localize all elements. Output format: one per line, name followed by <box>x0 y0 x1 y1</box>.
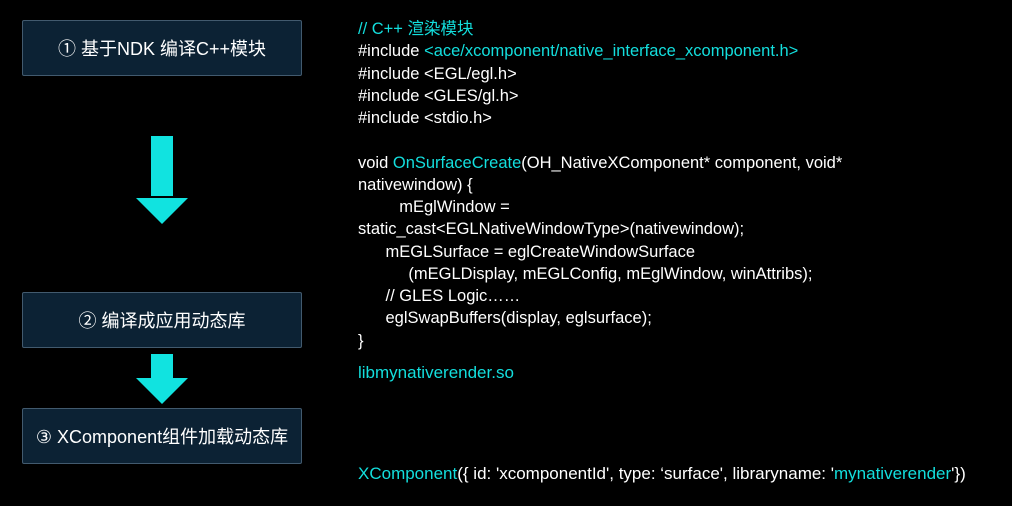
xcomponent-name: XComponent <box>358 464 457 483</box>
code-l13: eglSwapBuffers(display, eglsurface); <box>358 309 652 327</box>
code-l12: // GLES Logic…… <box>358 287 520 305</box>
include-4: #include <stdio.h> <box>358 109 492 127</box>
step-1-box: ① 基于NDK 编译C++模块 <box>22 20 302 76</box>
xcomponent-params-post: '}) <box>951 464 966 483</box>
xcomponent-call: XComponent({ id: 'xcomponentId', type: ‘… <box>358 464 966 484</box>
library-output: libmynativerender.so <box>358 363 514 383</box>
include-3: #include <GLES/gl.h> <box>358 87 519 105</box>
arrow-1 <box>22 76 302 236</box>
fn-sig-tail: (OH_NativeXComponent* component, void* <box>521 154 842 172</box>
code-l8: mEglWindow = <box>358 198 510 216</box>
arrow-2 <box>22 348 302 408</box>
details-column: // C++ 渲染模块 #include <ace/xcomponent/nat… <box>358 18 998 352</box>
code-l7: nativewindow) { <box>358 176 473 194</box>
code-l9: static_cast<EGLNativeWindowType>(nativew… <box>358 220 744 238</box>
cpp-code-block: // C++ 渲染模块 #include <ace/xcomponent/nat… <box>358 18 998 352</box>
fn-void: void <box>358 154 393 172</box>
step-2-box: ② 编译成应用动态库 <box>22 292 302 348</box>
code-l10: mEGLSurface = eglCreateWindowSurface <box>358 243 695 261</box>
include-1-path: <ace/xcomponent/native_interface_xcompon… <box>424 42 798 60</box>
step-3-box: ③ XComponent组件加载动态库 <box>22 408 302 464</box>
code-comment: // C++ 渲染模块 <box>358 20 474 38</box>
code-l14: } <box>358 332 364 350</box>
xcomponent-libname: mynativerender <box>834 464 951 483</box>
fn-name: OnSurfaceCreate <box>393 154 521 172</box>
steps-column: ① 基于NDK 编译C++模块 ② 编译成应用动态库 ③ XComponent组… <box>22 20 322 464</box>
xcomponent-params-pre: ({ id: 'xcomponentId', type: ‘surface', … <box>457 464 834 483</box>
include-2: #include <EGL/egl.h> <box>358 65 517 83</box>
code-l11: (mEGLDisplay, mEGLConfig, mEglWindow, wi… <box>358 265 812 283</box>
include-1-pre: #include <box>358 42 424 60</box>
